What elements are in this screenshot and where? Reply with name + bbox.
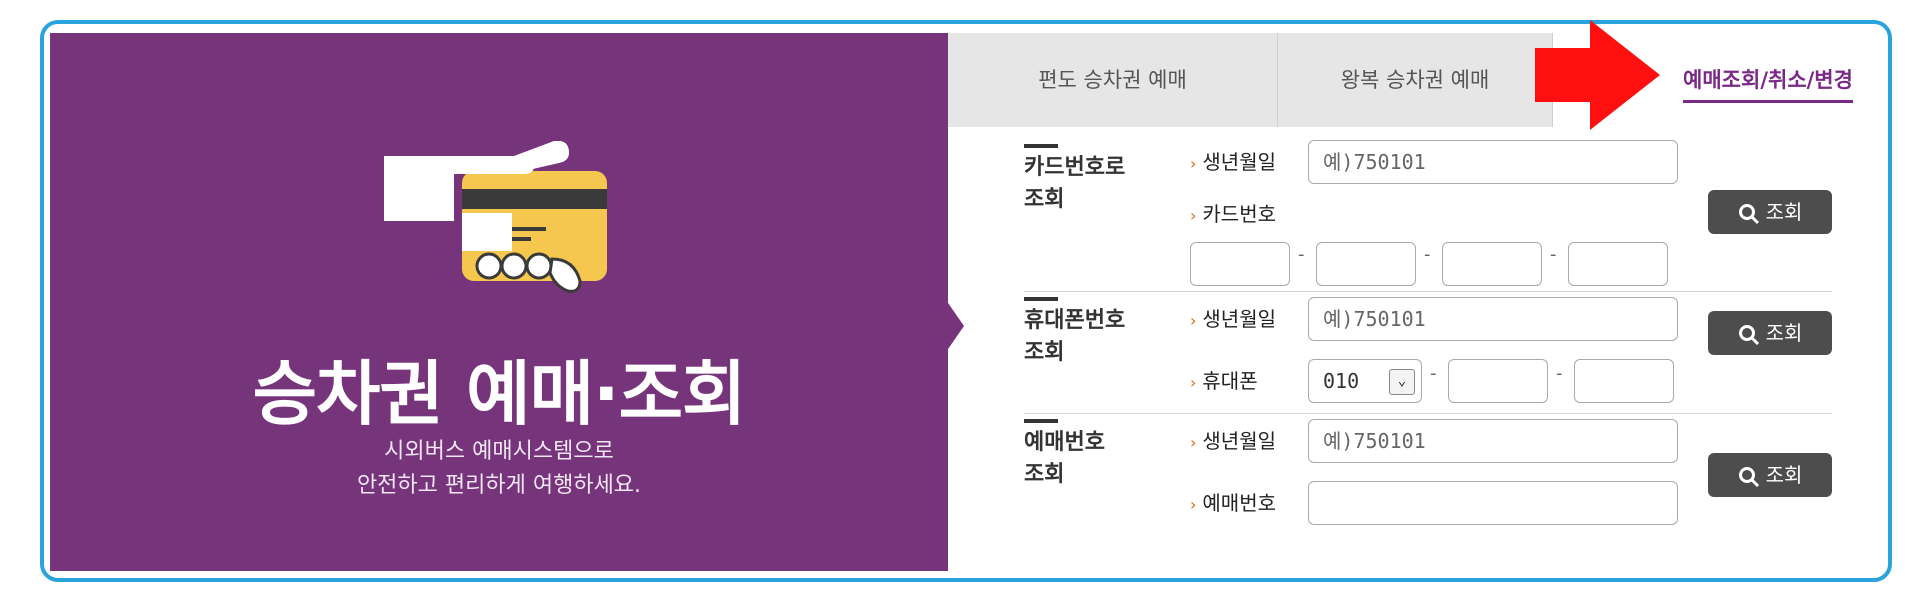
reservation-birth-label-text: 생년월일 <box>1202 429 1277 453</box>
phone-prefix-select[interactable]: 010 ⌄ <box>1308 359 1422 403</box>
card-number-part2[interactable] <box>1316 242 1416 286</box>
banner-subtitle-line1: 시외버스 예매시스템으로 <box>384 439 614 464</box>
bullet-icon: › <box>1190 206 1197 225</box>
card-birth-label: › 생년월일 <box>1190 146 1276 175</box>
card-number-part3[interactable] <box>1442 242 1542 286</box>
phone-label: › 휴대폰 <box>1190 365 1258 394</box>
card-section-title-line1: 카드번호로 <box>1024 155 1126 180</box>
phone-last-input[interactable] <box>1574 359 1674 403</box>
card-number-label: › 카드번호 <box>1190 198 1276 227</box>
reservation-section-title-line2: 조회 <box>1024 462 1065 487</box>
bullet-icon: › <box>1190 311 1197 330</box>
dash: - <box>1298 244 1305 265</box>
reservation-section-title: 예매번호 조회 <box>1024 419 1154 491</box>
phone-birth-label-text: 생년월일 <box>1202 307 1277 331</box>
bullet-icon: › <box>1190 433 1197 452</box>
phone-label-text: 휴대폰 <box>1202 369 1258 393</box>
bullet-icon: › <box>1190 373 1197 392</box>
card-search-button[interactable]: 조회 <box>1708 190 1832 234</box>
bullet-icon: › <box>1190 154 1197 173</box>
hand-card-icon <box>384 141 607 293</box>
reservation-section-title-line1: 예매번호 <box>1024 430 1105 455</box>
reservation-number-input[interactable] <box>1308 481 1678 525</box>
banner-subtitle-line2: 안전하고 편리하게 여행하세요. <box>356 473 642 498</box>
reservation-number-label: › 예매번호 <box>1190 487 1276 516</box>
tab-oneway-booking[interactable]: 편도 승차권 예매 <box>948 33 1278 127</box>
card-section-title: 카드번호로 조회 <box>1024 144 1154 216</box>
promo-banner: 승차권 예매·조회 시외버스 예매시스템으로 안전하고 편리하게 여행하세요. <box>50 33 948 571</box>
banner-subtitle: 시외버스 예매시스템으로 안전하고 편리하게 여행하세요. <box>50 435 948 503</box>
search-icon <box>1738 466 1759 487</box>
phone-middle-input[interactable] <box>1448 359 1548 403</box>
red-arrow-icon <box>1535 20 1660 130</box>
card-number-part4[interactable] <box>1568 242 1668 286</box>
phone-prefix-value: 010 <box>1323 369 1360 393</box>
card-number-label-text: 카드번호 <box>1202 202 1277 226</box>
chevron-down-icon: ⌄ <box>1389 369 1415 395</box>
dash: - <box>1556 363 1563 384</box>
tab-inquiry-label: 예매조회/취소/변경 <box>1683 68 1853 103</box>
phone-search-button-label: 조회 <box>1765 321 1803 345</box>
reservation-search-button-label: 조회 <box>1765 463 1803 487</box>
reservation-birth-input[interactable]: 예)750101 <box>1308 419 1678 463</box>
phone-section-title-line1: 휴대폰번호 <box>1024 308 1126 333</box>
tab-bar: 편도 승차권 예매 왕복 승차권 예매 예매조회/취소/변경 <box>948 33 1888 127</box>
tab-inquiry-cancel-change[interactable]: 예매조회/취소/변경 <box>1653 33 1883 127</box>
bullet-icon: › <box>1190 495 1197 514</box>
reservation-number-label-text: 예매번호 <box>1202 491 1277 515</box>
dash: - <box>1550 244 1557 265</box>
phone-number-section: 휴대폰번호 조회 › 생년월일 예)750101 › 휴대폰 010 ⌄ - - 조… <box>1024 293 1832 414</box>
phone-search-button[interactable]: 조회 <box>1708 311 1832 355</box>
banner-pointer <box>946 300 964 352</box>
card-birth-label-text: 생년월일 <box>1202 150 1277 174</box>
phone-birth-label: › 생년월일 <box>1190 303 1276 332</box>
card-search-button-label: 조회 <box>1765 200 1803 224</box>
card-section-title-line2: 조회 <box>1024 187 1065 212</box>
reservation-birth-label: › 생년월일 <box>1190 425 1276 454</box>
dash: - <box>1430 363 1437 384</box>
card-number-section: 카드번호로 조회 › 생년월일 예)750101 › 카드번호 - - - 조회 <box>1024 140 1832 292</box>
reservation-search-button[interactable]: 조회 <box>1708 453 1832 497</box>
phone-section-title: 휴대폰번호 조회 <box>1024 297 1154 369</box>
card-number-part1[interactable] <box>1190 242 1290 286</box>
search-icon <box>1738 203 1759 224</box>
banner-title: 승차권 예매·조회 <box>252 353 747 435</box>
card-birth-input[interactable]: 예)750101 <box>1308 140 1678 184</box>
phone-birth-input[interactable]: 예)750101 <box>1308 297 1678 341</box>
dash: - <box>1424 244 1431 265</box>
tab-roundtrip-booking[interactable]: 왕복 승차권 예매 <box>1278 33 1553 127</box>
reservation-number-section: 예매번호 조회 › 생년월일 예)750101 › 예매번호 조회 <box>1024 415 1832 545</box>
search-icon <box>1738 324 1759 345</box>
phone-section-title-line2: 조회 <box>1024 340 1065 365</box>
